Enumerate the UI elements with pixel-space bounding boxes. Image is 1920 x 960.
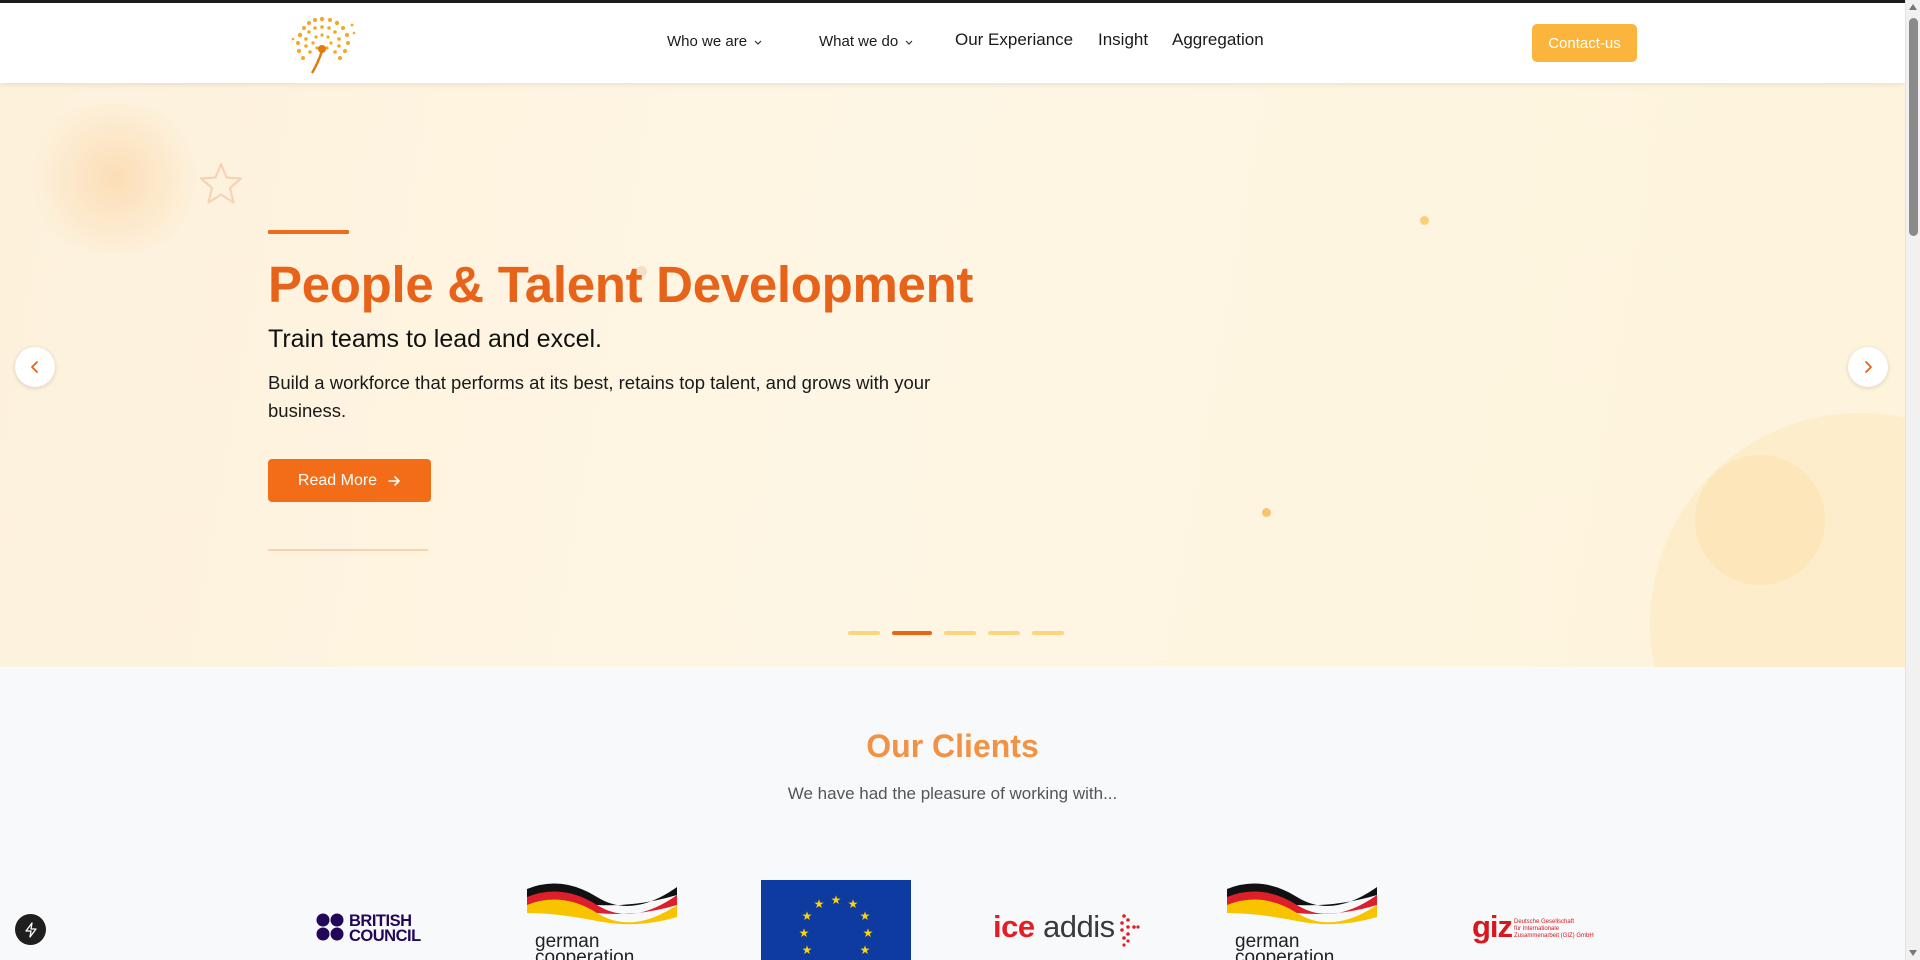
slider-prev-button[interactable] [15,347,55,387]
chevron-right-icon [1865,361,1872,373]
nav-our-experiance[interactable]: Our Experiance [955,30,1073,50]
slider-indicators [848,631,1064,635]
nav-aggregation-label: Aggregation [1172,30,1264,49]
client-logo-german-cooperation: german cooperation [1227,875,1377,960]
svg-text:★: ★ [831,893,842,907]
hero-title: People & Talent Development [268,256,974,313]
giz-text-line2: für Internationale [1514,926,1560,932]
german-cooperation-line2: cooperation [535,947,634,960]
clients-title: Our Clients [866,728,1039,764]
window-top-border [0,0,1920,3]
slide-indicator-4[interactable] [988,631,1020,635]
star-outline-icon [199,162,243,204]
iceaddis-part2: addis [1043,909,1115,944]
scrollbar-thumb[interactable] [1909,18,1918,236]
german-cooperation-line2: cooperation [1235,947,1334,960]
chevron-down-icon [754,40,762,45]
decorative-blob [20,103,210,253]
nav-who-we-are-label: Who we are [667,33,748,50]
chevron-down-icon [905,40,913,45]
svg-text:★: ★ [860,909,871,923]
chevron-left-icon [31,361,38,373]
german-cooperation-flag-logo: german cooperation [527,883,677,960]
iceaddis-part1: ice [993,909,1035,944]
client-logo-british-council: BRITISH COUNCIL [315,875,425,960]
nav-insight[interactable]: Insight [1098,30,1148,50]
clients-subtitle: We have had the pleasure of working with… [787,784,1118,803]
page-scrollbar[interactable] [1905,0,1920,960]
giz-text-line3: Zusammenarbeit (GIZ) GmbH [1514,933,1594,939]
decorative-circle-small [1695,455,1825,585]
slider-next-button[interactable] [1848,347,1888,387]
hero-description: Build a workforce that performs at its b… [268,372,931,421]
dandelion-logo-icon [291,16,356,74]
giz-mark: giz [1472,909,1513,944]
svg-text:★: ★ [863,926,874,940]
nav-what-we-do-label: What we do [819,33,899,50]
title-accent-line [268,230,349,234]
nav-who-we-are[interactable]: Who we are [667,33,763,50]
navbar: Who we are What we do Our Experiance Ins… [0,3,1905,83]
hero-subtitle: Train teams to lead and excel. [268,325,602,353]
slide-indicator-1[interactable] [848,631,880,635]
decorative-dot [1262,508,1271,517]
giz-text-line1: Deutsche Gesellschaft [1514,919,1574,925]
nav-our-experiance-label: Our Experiance [955,30,1074,49]
svg-text:★: ★ [814,897,825,911]
contact-us-button[interactable]: Contact-us [1532,24,1637,62]
decorative-dot [1420,216,1429,225]
floating-action-button[interactable] [15,914,46,945]
nav-what-we-do[interactable]: What we do [819,33,914,50]
scroll-up-arrow-icon[interactable] [1909,4,1917,10]
svg-text:★: ★ [860,943,871,957]
svg-text:★: ★ [802,909,813,923]
svg-text:★: ★ [802,943,813,957]
eu-stars-icon: ★ ★ ★ ★ ★ ★ ★ ★ ★ [799,893,874,957]
read-more-label: Read More [297,471,378,489]
svg-text:★: ★ [799,926,810,940]
decorative-divider [268,549,428,551]
client-logo-giz: giz Deutsche Gesellschaft für Internatio… [1472,875,1607,960]
company-logo[interactable] [282,15,356,75]
slide-indicator-5[interactable] [1032,631,1064,635]
client-logo-iceaddis: ice addis [990,875,1150,960]
arrow-right-icon [388,475,400,486]
slide-indicator-2[interactable] [892,631,932,635]
scroll-down-arrow-icon[interactable] [1909,950,1917,956]
nav-insight-label: Insight [1098,30,1149,49]
read-more-button[interactable]: Read More [268,459,431,502]
nav-aggregation[interactable]: Aggregation [1172,30,1264,50]
giz-logo: giz Deutsche Gesellschaft für Internatio… [1472,909,1594,944]
german-cooperation-flag-logo: german cooperation [1227,883,1377,960]
svg-text:★: ★ [848,897,859,911]
client-logo-european-union: ★ ★ ★ ★ ★ ★ ★ ★ ★ [761,880,911,960]
british-council-line2: COUNCIL [349,927,421,945]
iceaddis-logo: ice addis [993,909,1140,947]
lightning-bolt-icon [24,921,37,938]
british-council-logo: BRITISH COUNCIL [316,912,422,945]
slide-indicator-3[interactable] [944,631,976,635]
client-logo-german-cooperation: german cooperation [527,875,677,960]
hero-slider: People & Talent Development Train teams … [0,83,1905,667]
